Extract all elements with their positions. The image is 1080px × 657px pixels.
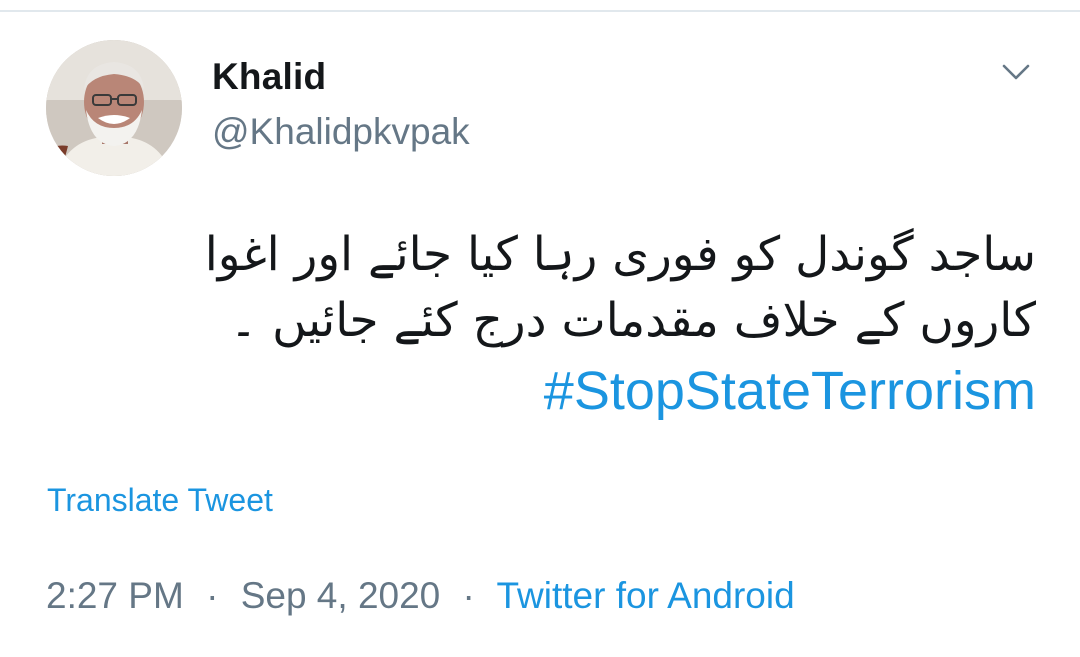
tweet-time[interactable]: 2:27 PM xyxy=(46,575,184,616)
chevron-down-icon[interactable] xyxy=(996,56,1036,88)
tweet-text: ساجد گوندل کو فوری رہا کیا جائے اور اغوا… xyxy=(40,222,1036,426)
avatar[interactable] xyxy=(46,40,182,176)
tweet-card: Khalid @Khalidpkvpak ساجد گوندل کو فوری … xyxy=(0,0,1080,657)
top-divider xyxy=(0,0,1080,12)
meta-separator: · xyxy=(462,575,475,616)
tweet-text-line: ساجد گوندل کو فوری رہا کیا جائے اور اغوا xyxy=(204,227,1036,282)
tweet-date[interactable]: Sep 4, 2020 xyxy=(241,575,441,616)
hashtag-link[interactable]: #StopStateTerrorism xyxy=(40,356,1036,426)
avatar-image xyxy=(46,40,182,176)
tweet-meta: 2:27 PM · Sep 4, 2020 · Twitter for Andr… xyxy=(46,575,795,617)
tweet-text-line: کاروں کے خلاف مقدمات درج کئے جائیں ۔ xyxy=(229,293,1036,348)
translate-tweet-link[interactable]: Translate Tweet xyxy=(47,482,273,519)
tweet-source-link[interactable]: Twitter for Android xyxy=(496,575,794,616)
meta-separator: · xyxy=(206,575,219,616)
author-handle[interactable]: @Khalidpkvpak xyxy=(212,111,470,153)
author-name[interactable]: Khalid xyxy=(212,56,326,98)
